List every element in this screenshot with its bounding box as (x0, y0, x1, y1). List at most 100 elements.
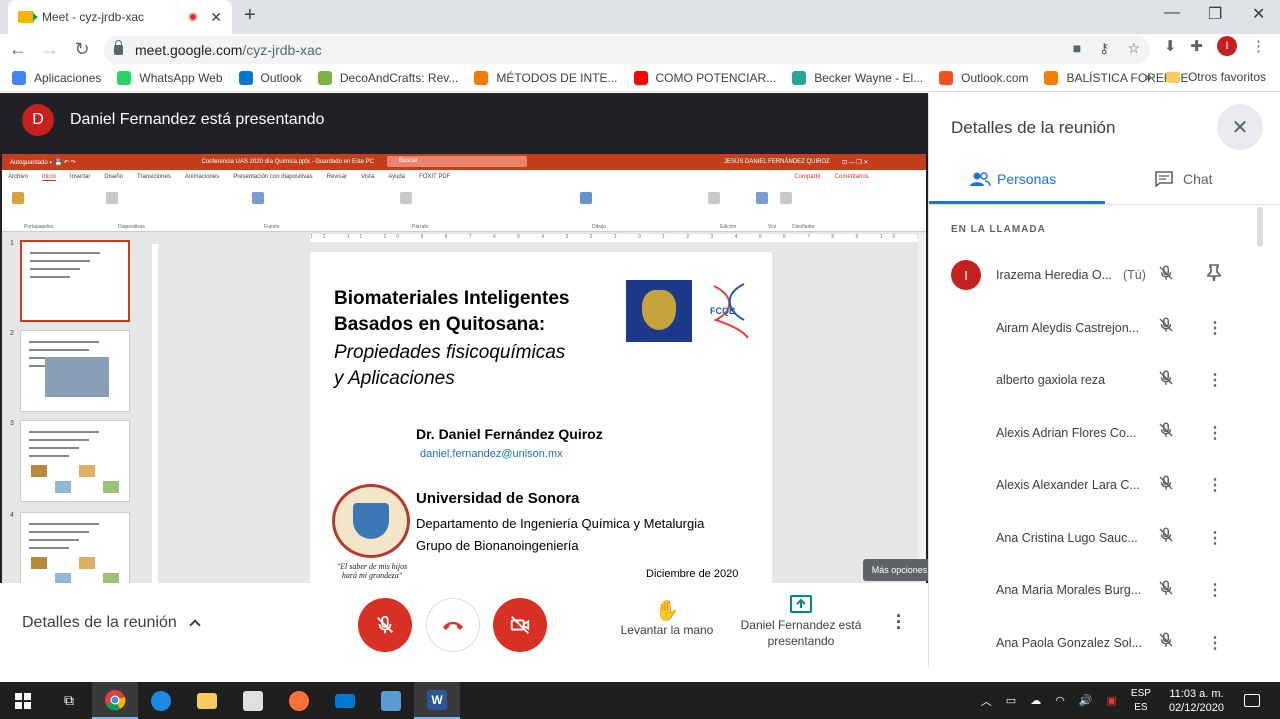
slide-thumbnail[interactable] (20, 330, 130, 412)
ppt-comments-button[interactable]: Comentarios (835, 174, 869, 180)
close-tab-icon[interactable]: ✕ (210, 9, 222, 26)
taskbar-store[interactable] (230, 682, 276, 719)
ppt-menu-item[interactable]: FOXIT PDF (419, 174, 450, 180)
taskbar-edge[interactable] (138, 682, 184, 719)
tab-chat[interactable]: Chat (1155, 171, 1213, 187)
back-button[interactable]: ← (4, 39, 32, 60)
ppt-menu-item[interactable]: Inicio (42, 174, 57, 181)
bookmark-item[interactable]: COMO POTENCIAR... (633, 70, 776, 85)
wifi-icon[interactable]: ◠ (1055, 694, 1065, 707)
bookmark-item[interactable]: MÉTODOS DE INTE... (474, 70, 618, 85)
forward-button[interactable]: → (36, 39, 64, 60)
ppt-menu-item[interactable]: Vista (361, 174, 374, 180)
tray-app-icon[interactable]: ▭ (1006, 694, 1016, 707)
camera-off-button[interactable] (493, 598, 547, 652)
bookmark-item[interactable]: Aplicaciones (12, 70, 101, 85)
reload-button[interactable]: ↻ (68, 39, 96, 60)
leave-call-button[interactable] (426, 598, 480, 652)
ppt-share-button[interactable]: Compartir (794, 174, 820, 180)
panel-scrollbar[interactable] (1257, 207, 1263, 247)
browser-tab[interactable]: Meet - cyz-jrdb-xac ✕ (8, 0, 232, 34)
ppt-menu-item[interactable]: Diseño (104, 174, 123, 180)
ppt-ribbon-icon[interactable] (12, 192, 24, 204)
minimize-button[interactable]: — (1164, 4, 1180, 22)
close-window-button[interactable]: ✕ (1252, 4, 1265, 24)
key-icon[interactable]: ⚷ (1099, 40, 1109, 57)
ppt-menu-item[interactable]: Presentación con diapositivas (233, 174, 312, 180)
raise-hand-button[interactable]: ✋ Levantar la mano (612, 599, 722, 637)
presenting-button[interactable]: Daniel Fernandez está presentando (740, 595, 862, 649)
extensions-icon[interactable]: ✚ (1190, 37, 1203, 55)
chrome-menu-icon[interactable]: ⋮ (1251, 37, 1266, 55)
bookmark-item[interactable]: Outlook.com (939, 70, 1028, 85)
ppt-ribbon-icon[interactable] (780, 192, 792, 204)
new-tab-button[interactable]: + (244, 4, 256, 27)
taskbar-mail[interactable] (322, 682, 368, 719)
onedrive-icon[interactable]: ☁ (1030, 694, 1041, 707)
task-view-button[interactable]: ⧉ (46, 682, 92, 719)
start-button[interactable] (0, 682, 46, 719)
ppt-ribbon-icon[interactable] (400, 192, 412, 204)
ppt-ribbon-icon[interactable] (252, 192, 264, 204)
ppt-menu-item[interactable]: Animaciones (185, 174, 219, 180)
ppt-ribbon-icon[interactable] (756, 192, 768, 204)
ppt-menu-item[interactable]: Transiciones (137, 174, 171, 180)
participant-row[interactable]: Airam Aleydis Castrejon... ⋮ (929, 308, 1280, 348)
participant-row[interactable]: alberto gaxiola reza ⋮ (929, 360, 1280, 400)
ppt-menu-item[interactable]: Archivo (8, 174, 28, 180)
address-bar[interactable]: meet.google.com/cyz-jrdb-xac ■ ⚷ ☆ (104, 36, 1150, 64)
participant-more-icon[interactable]: ⋮ (1207, 370, 1223, 390)
participant-more-icon[interactable]: ⋮ (1207, 633, 1223, 653)
ppt-scrollbar[interactable] (918, 234, 926, 583)
bookmarks-overflow-icon[interactable]: » (1145, 70, 1152, 84)
ppt-ribbon-icon[interactable] (580, 192, 592, 204)
participant-more-icon[interactable]: ⋮ (1207, 318, 1223, 338)
ppt-ribbon-icon[interactable] (708, 192, 720, 204)
taskbar-app[interactable] (368, 682, 414, 719)
participant-more-icon[interactable]: ⋮ (1207, 475, 1223, 495)
slide-thumbnail[interactable] (20, 420, 130, 502)
slide-email[interactable]: daniel.fernandez@unison.mx (420, 448, 563, 460)
ppt-ribbon-icon[interactable] (106, 192, 118, 204)
meeting-details-toggle[interactable]: Detalles de la reunión (22, 614, 201, 632)
taskbar-firefox[interactable] (276, 682, 322, 719)
bookmark-item[interactable]: DecoAndCrafts: Rev... (317, 70, 458, 85)
participant-more-icon[interactable]: ⋮ (1207, 423, 1223, 443)
ppt-search[interactable]: Buscar (387, 156, 527, 167)
lock-icon[interactable] (114, 40, 123, 55)
bookmark-item[interactable]: Outlook (238, 70, 302, 85)
ppt-menu-item[interactable]: Revisar (327, 174, 347, 180)
ppt-menu-item[interactable]: Insertar (70, 174, 90, 180)
maximize-button[interactable]: ❐ (1208, 4, 1222, 24)
close-panel-button[interactable]: ✕ (1217, 104, 1263, 150)
pin-icon[interactable] (1207, 263, 1221, 287)
participant-row[interactable]: I Irazema Heredia O... (Tú) (929, 255, 1280, 295)
clock[interactable]: 11:03 a. m. 02/12/2020 (1169, 687, 1224, 715)
star-icon[interactable]: ☆ (1127, 40, 1140, 57)
more-options-icon[interactable]: · · · (896, 607, 902, 637)
bookmark-item[interactable]: WhatsApp Web (117, 70, 223, 85)
slide-thumbnail[interactable] (20, 512, 130, 583)
participant-more-icon[interactable]: ⋮ (1207, 580, 1223, 600)
taskbar-chrome[interactable] (92, 682, 138, 719)
participant-row[interactable]: Ana Maria Morales Burg... ⋮ (929, 570, 1280, 610)
slide-thumbnail[interactable] (20, 240, 130, 322)
participant-row[interactable]: Ana Paola Gonzalez Sol... ⋮ (929, 623, 1280, 663)
camera-icon[interactable]: ■ (1073, 40, 1081, 57)
ppt-menu-item[interactable]: Ayuda (388, 174, 405, 180)
show-hidden-icons-icon[interactable]: ︿ (981, 693, 992, 709)
tab-people[interactable]: Personas (969, 171, 1056, 187)
profile-avatar[interactable]: I (1217, 36, 1237, 56)
antivirus-icon[interactable]: ▣ (1107, 694, 1117, 707)
participant-more-icon[interactable]: ⋮ (1207, 528, 1223, 548)
download-icon[interactable]: ⬇ (1164, 37, 1177, 55)
bookmark-item[interactable]: Becker Wayne - El... (792, 70, 923, 85)
participant-row[interactable]: Ana Cristina Lugo Sauc... ⋮ (929, 518, 1280, 558)
taskbar-word[interactable]: W (414, 682, 460, 719)
taskbar-explorer[interactable] (184, 682, 230, 719)
participant-row[interactable]: Alexis Adrian Flores Co... ⋮ (929, 413, 1280, 453)
microphone-off-button[interactable] (358, 598, 412, 652)
notifications-icon[interactable] (1244, 694, 1260, 707)
other-bookmarks-folder[interactable]: Otros favoritos (1165, 70, 1266, 84)
participant-row[interactable]: Alexis Alexander Lara C... ⋮ (929, 465, 1280, 505)
